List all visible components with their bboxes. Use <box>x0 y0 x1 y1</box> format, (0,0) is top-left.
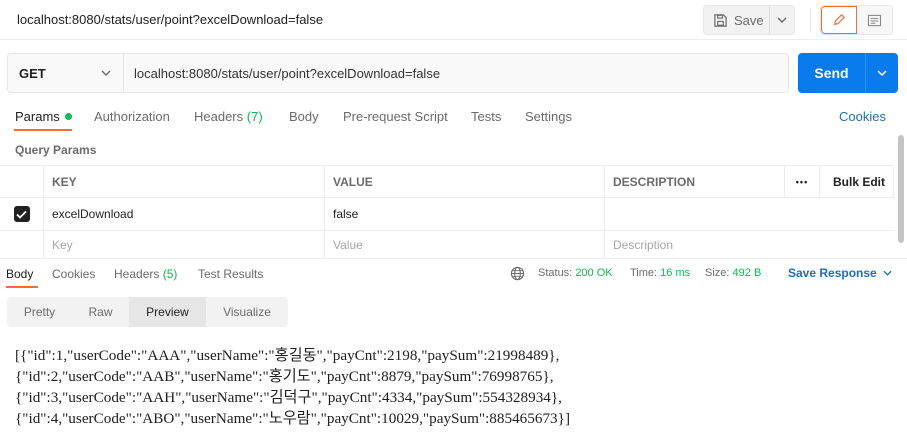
view-tab-pretty[interactable]: Pretty <box>7 297 72 327</box>
checkmark-icon <box>16 210 27 219</box>
size-value: 492 B <box>732 267 762 279</box>
time-label: Time: <box>630 267 658 279</box>
tab-settings[interactable]: Settings <box>525 109 572 124</box>
cookies-link[interactable]: Cookies <box>839 109 886 124</box>
bulk-edit-button[interactable]: Bulk Edit <box>820 166 894 197</box>
params-active-dot <box>64 113 72 120</box>
table-row-empty: Key Value Description <box>0 231 894 259</box>
tab-tests[interactable]: Tests <box>471 109 501 124</box>
request-title[interactable]: localhost:8080/stats/user/point?excelDow… <box>17 12 323 27</box>
more-options-button[interactable]: ••• <box>785 166 820 197</box>
time-value: 16 ms <box>660 267 691 279</box>
vertical-scrollbar[interactable] <box>898 135 904 243</box>
chevron-down-icon <box>877 70 887 76</box>
tab-prerequest-script[interactable]: Pre-request Script <box>343 109 448 124</box>
column-header-key: KEY <box>44 166 325 197</box>
tab-headers[interactable]: Headers (7) <box>194 109 263 124</box>
preview-line: [{"id":1,"userCode":"AAA","userName":"홍길… <box>15 347 560 364</box>
new-key-input[interactable]: Key <box>44 231 325 258</box>
new-description-input[interactable]: Description <box>605 231 894 258</box>
response-size: Size: 492 B <box>705 267 761 279</box>
url-input[interactable] <box>124 54 788 92</box>
document-icon <box>867 14 881 26</box>
column-header-description: DESCRIPTION <box>605 166 785 197</box>
view-tab-visualize[interactable]: Visualize <box>206 297 288 327</box>
status-label: Status: <box>538 267 573 279</box>
pencil-icon <box>833 14 845 25</box>
view-mode-toggle[interactable] <box>820 5 893 35</box>
tab-response-headers[interactable]: Headers (5) <box>114 267 177 281</box>
chevron-down-icon <box>101 70 111 76</box>
table-row: excelDownload false <box>0 198 894 231</box>
save-options-button[interactable] <box>769 6 794 34</box>
chevron-down-icon <box>883 270 892 276</box>
response-time: Time: 16 ms <box>630 267 690 279</box>
globe-icon[interactable] <box>510 266 525 281</box>
column-header-value: VALUE <box>325 166 605 197</box>
preview-line: {"id":4,"userCode":"ABO","userName":"노우람… <box>15 410 570 427</box>
url-bar: GET <box>7 53 789 93</box>
send-button[interactable]: Send <box>798 53 865 93</box>
tab-headers-count: (7) <box>246 109 263 124</box>
tab-authorization[interactable]: Authorization <box>94 109 170 124</box>
header-checkbox-cell <box>0 166 44 197</box>
tab-test-results[interactable]: Test Results <box>198 267 263 281</box>
floppy-disk-icon <box>714 13 727 27</box>
documentation-mode-button[interactable] <box>856 6 892 34</box>
send-button-group[interactable]: Send <box>798 53 898 93</box>
method-select[interactable]: GET <box>8 54 124 92</box>
response-tabs: Body Cookies Headers (5) Test Results St… <box>0 258 907 288</box>
row-checkbox-cell <box>0 198 44 230</box>
size-label: Size: <box>705 267 730 279</box>
tab-response-body[interactable]: Body <box>6 267 33 281</box>
response-view-tabs: Pretty Raw Preview Visualize <box>7 297 288 327</box>
request-header-bar: localhost:8080/stats/user/point?excelDow… <box>0 0 907 40</box>
save-response-button[interactable]: Save Response <box>788 266 892 280</box>
active-response-tab-indicator <box>6 286 38 288</box>
tab-params-label: Params <box>15 109 60 124</box>
save-button-group[interactable]: Save <box>703 5 795 35</box>
request-tabs: Params Authorization Headers (7) Body Pr… <box>0 100 907 132</box>
tab-response-headers-count: (5) <box>162 267 178 281</box>
save-response-label: Save Response <box>788 266 877 280</box>
preview-line: {"id":3,"userCode":"AAH","userName":"김덕구… <box>15 389 562 406</box>
toolbar-divider <box>810 8 811 32</box>
tab-response-headers-label: Headers <box>114 267 160 281</box>
response-preview: [{"id":1,"userCode":"AAA","userName":"홍길… <box>15 345 895 429</box>
view-tab-raw[interactable]: Raw <box>72 297 129 327</box>
view-tab-preview[interactable]: Preview <box>129 297 206 327</box>
query-params-heading: Query Params <box>15 143 97 157</box>
param-key-cell[interactable]: excelDownload <box>44 198 325 230</box>
chevron-down-icon <box>777 17 787 23</box>
param-value-cell[interactable]: false <box>325 198 605 230</box>
empty-checkbox-cell <box>0 231 44 258</box>
tab-params[interactable]: Params <box>15 109 72 124</box>
tab-body[interactable]: Body <box>289 109 319 124</box>
param-description-cell[interactable] <box>605 198 894 230</box>
param-enabled-checkbox[interactable] <box>13 206 30 222</box>
send-options-button[interactable] <box>865 53 898 93</box>
status-value: 200 OK <box>575 267 613 279</box>
table-header-row: KEY VALUE DESCRIPTION ••• Bulk Edit <box>0 165 894 198</box>
new-value-input[interactable]: Value <box>325 231 605 258</box>
preview-line: {"id":2,"userCode":"AAB","userName":"홍기도… <box>15 368 554 385</box>
save-button[interactable]: Save <box>704 6 769 34</box>
response-status: Status: 200 OK <box>538 267 613 279</box>
tab-headers-label: Headers <box>194 109 244 124</box>
active-tab-indicator <box>14 129 72 131</box>
save-button-label: Save <box>734 12 764 28</box>
edit-mode-button[interactable] <box>821 6 857 34</box>
tab-response-cookies[interactable]: Cookies <box>52 267 95 281</box>
method-value: GET <box>19 65 46 81</box>
